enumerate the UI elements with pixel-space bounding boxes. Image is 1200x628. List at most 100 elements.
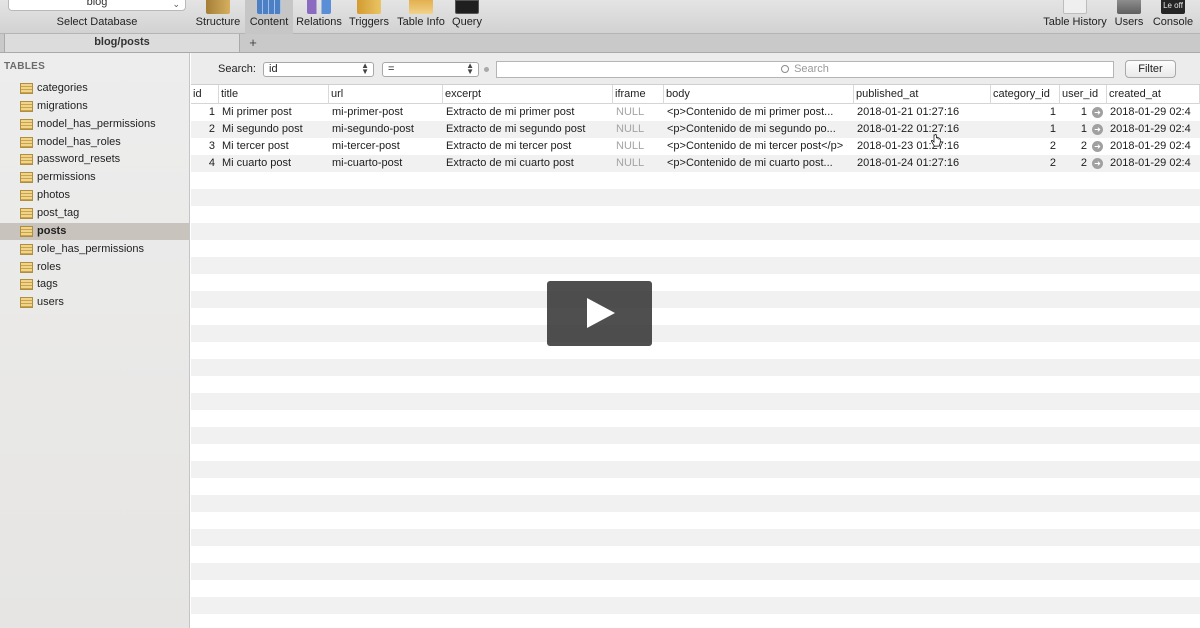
table-row[interactable]: 3 Mi tercer post mi-tercer-post Extracto de…: [191, 138, 1200, 155]
cell-id[interactable]: 3: [191, 138, 219, 155]
sidebar-item-users[interactable]: users: [0, 294, 189, 311]
sidebar-item-post-tag[interactable]: post_tag: [0, 205, 189, 222]
operator-select[interactable]: = ▲ ▼: [382, 62, 479, 77]
sidebar-item-model-has-roles[interactable]: model_has_roles: [0, 134, 189, 151]
cell-id[interactable]: 4: [191, 155, 219, 172]
sidebar-item-photos[interactable]: photos: [0, 187, 189, 204]
cell-body[interactable]: <p>Contenido de mi primer post...: [664, 104, 854, 121]
sidebar-item-tags[interactable]: tags: [0, 276, 189, 293]
table-icon: [20, 243, 33, 255]
cell-created-at[interactable]: 2018-01-29 02:4: [1107, 121, 1200, 138]
cell-body[interactable]: <p>Contenido de mi segundo po...: [664, 121, 854, 138]
triggers-button[interactable]: Triggers: [346, 0, 392, 34]
table-row[interactable]: 2 Mi segundo post mi-segundo-post Extracto …: [191, 121, 1200, 138]
query-button[interactable]: Query: [450, 0, 484, 34]
sidebar-item-label: roles: [37, 260, 61, 273]
cell-category-id[interactable]: 1: [991, 121, 1060, 138]
cell-url[interactable]: mi-cuarto-post: [329, 155, 443, 172]
foreign-key-arrow-icon[interactable]: ➜: [1092, 141, 1103, 152]
cell-published-at[interactable]: 2018-01-24 01:27:16: [854, 155, 991, 172]
column-header-iframe[interactable]: iframe: [613, 85, 664, 104]
cell-excerpt[interactable]: Extracto de mi cuarto post: [443, 155, 613, 172]
cell-published-at[interactable]: 2018-01-23 01:27:16: [854, 138, 991, 155]
foreign-key-arrow-icon[interactable]: ➜: [1092, 107, 1103, 118]
cell-user-id[interactable]: 1: [1060, 104, 1091, 121]
cell-body[interactable]: <p>Contenido de mi cuarto post...: [664, 155, 854, 172]
sidebar-item-label: photos: [37, 189, 71, 202]
cell-category-id[interactable]: 2: [991, 155, 1060, 172]
structure-button[interactable]: Structure: [194, 0, 242, 34]
operator-value: =: [388, 63, 395, 75]
column-header-published-at[interactable]: published_at: [854, 85, 991, 104]
foreign-key-arrow-icon[interactable]: ➜: [1092, 124, 1103, 135]
cell-user-id[interactable]: 1: [1060, 121, 1091, 138]
column-header-url[interactable]: url: [329, 85, 443, 104]
cell-title[interactable]: Mi tercer post: [219, 138, 329, 155]
cell-user-id[interactable]: 2: [1060, 138, 1091, 155]
hand-cursor-icon: [931, 134, 941, 147]
cell-url[interactable]: mi-primer-post: [329, 104, 443, 121]
sidebar-item-label: password_resets: [37, 153, 121, 166]
column-header-created-at[interactable]: created_at: [1107, 85, 1200, 104]
sidebar-item-password-resets[interactable]: password_resets: [0, 151, 189, 168]
console-button[interactable]: Le off Console: [1150, 0, 1196, 34]
table-info-icon: [409, 0, 433, 14]
sidebar-item-migrations[interactable]: migrations: [0, 98, 189, 115]
cell-category-id[interactable]: 2: [991, 138, 1060, 155]
cell-excerpt[interactable]: Extracto de mi tercer post: [443, 138, 613, 155]
cell-title[interactable]: Mi primer post: [219, 104, 329, 121]
cell-iframe[interactable]: NULL: [613, 121, 664, 138]
add-tab-button[interactable]: +: [246, 34, 260, 52]
column-header-title[interactable]: title: [219, 85, 329, 104]
cell-iframe[interactable]: NULL: [613, 155, 664, 172]
table-row[interactable]: 4 Mi cuarto post mi-cuarto-post Extracto de…: [191, 155, 1200, 172]
column-header-excerpt[interactable]: excerpt: [443, 85, 613, 104]
users-button[interactable]: Users: [1112, 0, 1146, 34]
table-icon: [20, 83, 33, 94]
column-header-user-id[interactable]: user_id: [1060, 85, 1107, 104]
cell-created-at[interactable]: 2018-01-29 02:4: [1107, 155, 1200, 172]
cell-published-at[interactable]: 2018-01-22 01:27:16: [854, 121, 991, 138]
tab-blog-posts[interactable]: blog/posts: [4, 34, 240, 52]
search-input[interactable]: Search: [496, 61, 1114, 78]
sidebar-item-model-has-permissions[interactable]: model_has_permissions: [0, 116, 189, 133]
cell-category-id[interactable]: 1: [991, 104, 1060, 121]
content-button[interactable]: Content: [245, 0, 293, 34]
cell-iframe[interactable]: NULL: [613, 138, 664, 155]
table-info-button[interactable]: Table Info: [396, 0, 446, 34]
video-play-button[interactable]: [547, 281, 652, 346]
cell-excerpt[interactable]: Extracto de mi segundo post: [443, 121, 613, 138]
column-header-id[interactable]: id: [191, 85, 219, 104]
sidebar-item-categories[interactable]: categories: [0, 80, 189, 97]
relations-button[interactable]: Relations: [294, 0, 344, 34]
table-history-button[interactable]: Table History: [1040, 0, 1110, 34]
cell-created-at[interactable]: 2018-01-29 02:4: [1107, 104, 1200, 121]
query-label: Query: [452, 16, 482, 28]
database-select[interactable]: blog ⌄: [8, 0, 186, 11]
search-field-value: id: [269, 63, 278, 75]
column-header-category-id[interactable]: category_id: [991, 85, 1060, 104]
cell-user-id[interactable]: 2: [1060, 155, 1091, 172]
filter-button[interactable]: Filter: [1125, 60, 1176, 78]
cell-title[interactable]: Mi segundo post: [219, 121, 329, 138]
cell-id[interactable]: 2: [191, 121, 219, 138]
sidebar-item-roles[interactable]: roles: [0, 259, 189, 276]
table-icon: [20, 100, 33, 112]
cell-iframe[interactable]: NULL: [613, 104, 664, 121]
sidebar-item-role-has-permissions[interactable]: role_has_permissions: [0, 241, 189, 258]
search-field-select[interactable]: id ▲ ▼: [263, 62, 374, 77]
sidebar-item-permissions[interactable]: permissions: [0, 169, 189, 186]
cell-created-at[interactable]: 2018-01-29 02:4: [1107, 138, 1200, 155]
cell-excerpt[interactable]: Extracto de mi primer post: [443, 104, 613, 121]
sidebar-item-posts[interactable]: posts: [0, 222, 189, 240]
cell-published-at[interactable]: 2018-01-21 01:27:16: [854, 104, 991, 121]
column-header-body[interactable]: body: [664, 85, 854, 104]
cell-url[interactable]: mi-segundo-post: [329, 121, 443, 138]
foreign-key-arrow-icon[interactable]: ➜: [1092, 158, 1103, 169]
cell-url[interactable]: mi-tercer-post: [329, 138, 443, 155]
table-row[interactable]: 1 Mi primer post mi-primer-post Extracto de…: [191, 104, 1200, 121]
cell-title[interactable]: Mi cuarto post: [219, 155, 329, 172]
cell-id[interactable]: 1: [191, 104, 219, 121]
cell-body[interactable]: <p>Contenido de mi tercer post</p>: [664, 138, 854, 155]
content-icon: [257, 0, 281, 14]
